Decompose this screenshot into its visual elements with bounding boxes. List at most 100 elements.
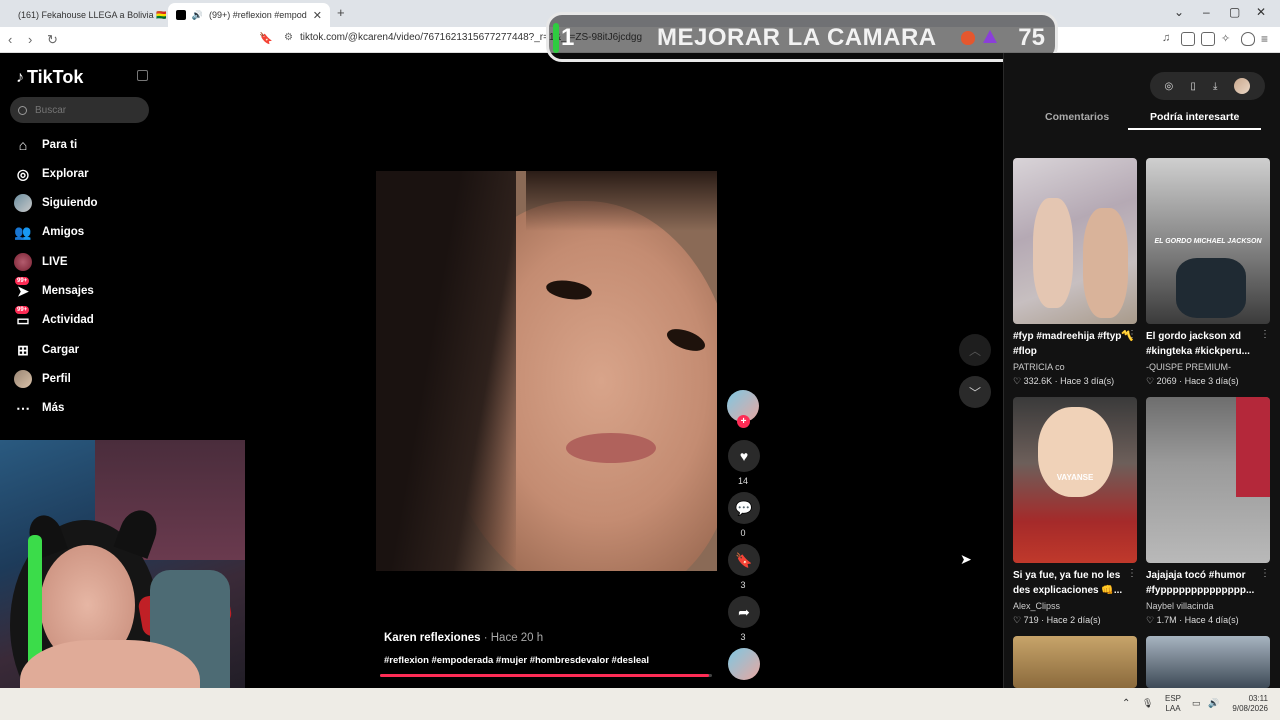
clock[interactable]: 03:11 9/08/2026: [1228, 694, 1268, 714]
sidebar-item-label: Cargar: [42, 344, 80, 356]
maximize-button[interactable]: ▢: [1229, 5, 1240, 19]
video-card-thumbnail[interactable]: [1013, 158, 1137, 324]
video-progress-bar[interactable]: [380, 674, 712, 677]
chevron-down-icon[interactable]: ⌄: [1174, 5, 1184, 19]
chevron-up-icon[interactable]: ⌃: [1122, 698, 1130, 709]
views: 719: [1023, 615, 1039, 625]
sidebar-item-amigos[interactable]: 👥 Amigos: [14, 221, 154, 243]
reload-button[interactable]: ↻: [47, 32, 58, 48]
video-card-author[interactable]: -QUISPE PREMIUM-: [1146, 362, 1231, 372]
video-card-title[interactable]: El gordo jackson xd #kingteka #kickperu.…: [1146, 329, 1270, 359]
search-input[interactable]: [35, 104, 135, 116]
lang2: LAA: [1165, 704, 1181, 713]
sidebar-item-label: Explorar: [42, 168, 89, 180]
sidebar-item-siguiendo[interactable]: Siguiendo: [14, 192, 154, 214]
action-column: + ♥ 14 💬 0 🔖 3 ➦ 3: [726, 390, 760, 690]
panel-toolbar: ◎ ▯ ⤓: [1150, 72, 1265, 100]
video-card-thumbnail[interactable]: VAYANSE: [1013, 397, 1137, 563]
next-video-button[interactable]: ﹀: [959, 376, 991, 408]
video-hashtags[interactable]: #reflexion #empoderada #mujer #hombresde…: [384, 655, 649, 666]
compass-icon[interactable]: ◎: [1165, 81, 1174, 92]
comment-button[interactable]: 💬: [728, 492, 760, 524]
browser-tab-youtube[interactable]: (161) Fekahouse LLEGA a Bolivia 🇧🇴: [4, 3, 166, 27]
sidebar-item-cargar[interactable]: ⊞ Cargar: [14, 339, 154, 361]
microphone-icon[interactable]: 🎙: [1142, 698, 1153, 709]
like-button[interactable]: ♥: [728, 440, 760, 472]
menu-icon[interactable]: ≡: [1261, 32, 1275, 46]
browser-tab-tiktok[interactable]: 🔊 (99+) #reflexion #empoderada ✕: [168, 3, 330, 27]
video-card-thumbnail[interactable]: [1146, 397, 1270, 563]
video-card-title[interactable]: Jajajaja tocó #humor #fypppppppppppppp..…: [1146, 568, 1270, 598]
sidebar-item-perfil[interactable]: Perfil: [14, 368, 154, 390]
video-card-title[interactable]: Si ya fue, ya fue no les des explicacion…: [1013, 568, 1137, 598]
tab-comentarios[interactable]: Comentarios: [1045, 111, 1109, 123]
video-player[interactable]: [376, 171, 717, 571]
music-disc[interactable]: [728, 648, 760, 680]
bookmark-icon: 🔖: [735, 551, 753, 568]
video-card-thumbnail[interactable]: [1146, 636, 1270, 688]
age: Hace 3 día(s): [1184, 376, 1239, 386]
activity-badge: 99+: [15, 306, 30, 314]
more-options-icon[interactable]: ⋮: [1127, 568, 1137, 579]
share-count: 3: [740, 632, 746, 642]
language-indicator[interactable]: ESP LAA: [1165, 694, 1181, 714]
sidebar-item-label: Perfil: [42, 373, 71, 385]
forward-button[interactable]: ›: [28, 32, 32, 47]
sidebar-item-mensajes[interactable]: ➤ 99+ Mensajes: [14, 277, 154, 302]
share-button[interactable]: ➦: [728, 596, 760, 628]
more-options-icon[interactable]: ⋮: [1260, 568, 1270, 579]
sidebar-item-para-ti[interactable]: ⌂ Para ti: [14, 134, 154, 156]
new-tab-button[interactable]: +: [337, 5, 345, 20]
search-box[interactable]: [10, 97, 149, 123]
back-button[interactable]: ‹: [8, 32, 12, 47]
music-icon[interactable]: ♫: [1162, 32, 1176, 46]
collapse-sidebar-icon[interactable]: [137, 70, 148, 81]
wallet-icon[interactable]: [1201, 32, 1215, 46]
friends-icon: 👥: [14, 223, 32, 240]
close-window-button[interactable]: ✕: [1256, 5, 1266, 19]
video-card-author[interactable]: Alex_Clipss: [1013, 601, 1060, 611]
close-tab-icon[interactable]: ✕: [313, 9, 322, 22]
download-icon[interactable]: ⤓: [1213, 81, 1217, 92]
banner-digit: 1: [561, 24, 575, 51]
time: 03:11: [1248, 694, 1268, 703]
bookmark-icon[interactable]: 🔖: [259, 32, 273, 45]
sidebar-icon[interactable]: [1181, 32, 1195, 46]
banner-count: 75: [1018, 24, 1045, 51]
video-card-thumbnail[interactable]: EL GORDO MICHAEL JACKSON: [1146, 158, 1270, 324]
save-button[interactable]: 🔖: [728, 544, 760, 576]
more-options-icon[interactable]: ⋮: [1127, 329, 1137, 340]
sidebar-item-mas[interactable]: ⋯ Más: [14, 397, 154, 419]
site-settings-icon[interactable]: ⚙: [284, 32, 293, 43]
sidebar-item-live[interactable]: LIVE: [14, 251, 154, 273]
video-card-author[interactable]: PATRICIA co: [1013, 362, 1065, 372]
live-icon: [14, 253, 32, 271]
volume-icon[interactable]: 🔊: [1208, 698, 1219, 709]
sidebar-item-explorar[interactable]: ◎ Explorar: [14, 163, 154, 185]
video-card-thumbnail[interactable]: [1013, 636, 1137, 688]
minimize-button[interactable]: –: [1203, 5, 1210, 19]
tab-label: (99+) #reflexion #empoderada: [209, 10, 307, 20]
phone-icon[interactable]: ▯: [1190, 81, 1196, 92]
activity-icon: ▭ 99+: [15, 306, 30, 328]
speaker-icon: 🔊: [191, 9, 203, 20]
active-tab-indicator: [1128, 128, 1261, 130]
user-avatar[interactable]: [1234, 78, 1251, 94]
follow-plus-icon[interactable]: +: [737, 415, 750, 428]
shield-icon[interactable]: [1241, 32, 1255, 46]
network-icon[interactable]: ▭: [1192, 698, 1201, 709]
extension-icon[interactable]: ✧: [1221, 32, 1235, 46]
tab-podria-interesarte[interactable]: Podría interesarte: [1150, 111, 1239, 123]
mouse-cursor: ➤: [960, 551, 972, 567]
tiktok-logo[interactable]: ♪ TikTok: [16, 67, 83, 88]
sidebar-item-label: Amigos: [42, 226, 85, 238]
compass-icon: ◎: [16, 165, 30, 182]
video-author[interactable]: Karen reflexiones · Hace 20 h: [384, 632, 543, 644]
age: Hace 3 día(s): [1060, 376, 1115, 386]
sidebar-item-label: Mensajes: [42, 285, 94, 297]
video-card-author[interactable]: Naybel villacinda: [1146, 601, 1214, 611]
sidebar-item-actividad[interactable]: ▭ 99+ Actividad: [14, 306, 154, 331]
previous-video-button[interactable]: ︿: [959, 334, 991, 366]
more-options-icon[interactable]: ⋮: [1260, 329, 1270, 340]
video-card-title[interactable]: #fyp #madreehija #ftyp〽️ #flop: [1013, 329, 1137, 359]
